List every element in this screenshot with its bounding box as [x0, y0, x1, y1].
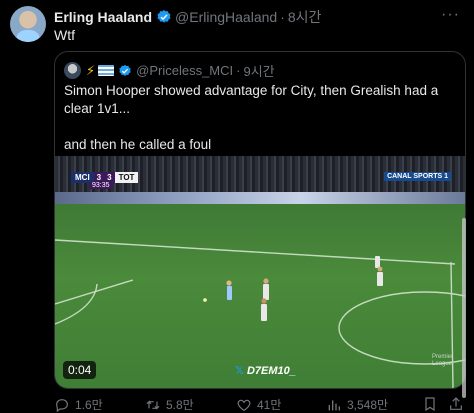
post-text: Wtf: [54, 27, 75, 43]
match-clock: 93:35: [89, 182, 113, 189]
bookmark-icon: [425, 397, 435, 412]
video-watermark: 𝕏 D7EM10_: [235, 365, 296, 377]
advertising-boards: [55, 192, 465, 204]
quoted-post[interactable]: ⚡ @Priceless_MCI · 9시간 Simon Hooper show…: [54, 51, 466, 389]
views-button[interactable]: 3,548만: [326, 396, 388, 413]
post-author-avatar[interactable]: [10, 6, 46, 42]
more-options-icon[interactable]: ···: [441, 6, 460, 24]
reply-button[interactable]: 1.6만: [54, 396, 103, 413]
post-header: Erling Haaland @ErlingHaaland · 8시간: [54, 7, 321, 27]
like-count: 41만: [257, 398, 282, 412]
pitch-markings: [55, 239, 465, 388]
views-count: 3,548만: [347, 398, 389, 412]
share-button[interactable]: [448, 396, 469, 412]
video-duration: 0:04: [63, 361, 97, 379]
watermark-handle: D7EM10_: [246, 365, 296, 377]
quote-text-line-1: Simon Hooper showed advantage for City, …: [64, 83, 439, 116]
quote-text: Simon Hooper showed advantage for City, …: [64, 82, 456, 154]
football-pitch: [55, 204, 465, 388]
reply-count: 1.6만: [75, 398, 103, 412]
scrollbar-thumb[interactable]: [462, 218, 466, 398]
bookmark-button[interactable]: [422, 396, 443, 412]
views-chart-icon: [328, 399, 340, 410]
post-time[interactable]: 8시간: [288, 7, 322, 27]
repost-icon: [146, 399, 160, 410]
author-handle[interactable]: @ErlingHaaland: [175, 9, 277, 25]
like-button[interactable]: 41만: [236, 396, 281, 413]
separator-dot: ·: [280, 9, 285, 25]
author-name[interactable]: Erling Haaland: [54, 9, 152, 25]
repost-count: 5.8만: [166, 398, 194, 412]
lightning-emoji-icon: ⚡: [86, 62, 96, 78]
broadcaster-logo: CANAL SPORTS 1: [384, 172, 451, 181]
share-icon: [450, 397, 462, 410]
quote-verified-badge-icon: [119, 64, 131, 76]
quote-time: 9시간: [243, 64, 275, 79]
heart-icon: [237, 399, 251, 411]
reply-icon: [56, 398, 68, 412]
repost-button[interactable]: 5.8만: [145, 396, 194, 413]
league-logo: Premier League: [431, 354, 453, 367]
quote-text-line-2: and then he called a foul: [64, 137, 212, 152]
players: [203, 256, 383, 321]
away-team: TOT: [114, 172, 139, 183]
quote-header: ⚡ @Priceless_MCI · 9시간: [64, 61, 275, 80]
post-actions: 1.6만 5.8만 41만 3,548만: [54, 396, 464, 412]
flag-emoji-icon: [98, 65, 115, 76]
verified-badge-icon: [157, 10, 171, 23]
quote-separator-dot: ·: [236, 63, 241, 78]
quote-author-handle: @Priceless_MCI: [136, 63, 234, 78]
quote-author-avatar: [64, 62, 81, 79]
video-player[interactable]: MCI 3 3 TOT 93:35 CANAL SPORTS 1 𝕏 D7EM1…: [55, 156, 465, 388]
